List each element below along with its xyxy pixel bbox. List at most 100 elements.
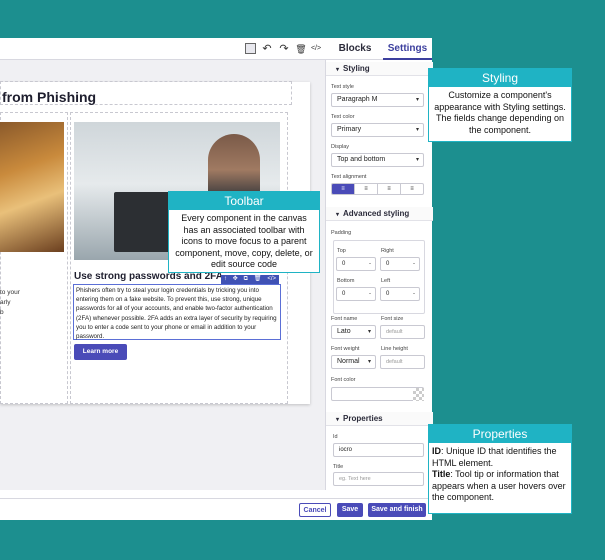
- square-outline-icon[interactable]: [245, 43, 256, 54]
- unit-dash: -: [369, 261, 371, 267]
- styling-callout-body: Customize a component's appearance with …: [434, 90, 566, 135]
- tab-settings[interactable]: Settings: [383, 38, 432, 60]
- font-weight-label: Font weight: [331, 346, 360, 352]
- unit-dash: -: [413, 261, 415, 267]
- styling-callout-title: Styling: [429, 69, 571, 87]
- display-value: Top and bottom: [337, 156, 386, 163]
- select-parent-icon[interactable]: ↑: [224, 275, 227, 284]
- font-name-label: Font name: [331, 316, 358, 322]
- chevron-down-icon: ▾: [415, 127, 419, 133]
- text-alignment-label: Text alignment: [331, 174, 367, 180]
- line-height-label: Line height: [381, 346, 408, 352]
- properties-callout-body: ID: Unique ID that identifies the HTML e…: [429, 443, 571, 507]
- move-icon[interactable]: ✥: [233, 275, 238, 284]
- editor-window: ↶ ↷ 🗑 </> Blocks Settings from Phishing …: [0, 38, 433, 520]
- styling-section-title: Styling: [343, 64, 370, 73]
- id-input[interactable]: iocro: [333, 443, 424, 457]
- delete-icon[interactable]: 🗑: [254, 275, 262, 284]
- right-label: Right: [381, 248, 394, 254]
- padding-bottom-input[interactable]: 0-: [336, 287, 376, 301]
- id-term: ID: [432, 446, 441, 456]
- padding-left-input[interactable]: 0-: [380, 287, 420, 301]
- padding-box: [333, 240, 425, 314]
- chevron-down-icon: ▾: [336, 417, 340, 423]
- title-input[interactable]: eg. Text here: [333, 472, 424, 486]
- font-name-value: Lato: [337, 328, 351, 335]
- font-color-label: Font color: [331, 377, 356, 383]
- display-select[interactable]: Top and bottom ▾: [331, 153, 424, 167]
- font-size-input[interactable]: default: [380, 325, 425, 339]
- copy-icon[interactable]: ⧉: [244, 275, 248, 284]
- align-center-icon[interactable]: ≡: [355, 184, 378, 194]
- text-style-select[interactable]: Paragraph M ▾: [331, 93, 424, 107]
- text-alignment-group: ≡ ≡ ≡ ≡: [331, 183, 424, 195]
- learn-more-button[interactable]: Learn more: [74, 344, 127, 360]
- text-color-label: Text color: [331, 114, 355, 120]
- font-weight-select[interactable]: Normal ▾: [331, 355, 376, 369]
- chevron-down-icon: ▾: [415, 97, 419, 103]
- text-color-value: Primary: [337, 126, 362, 133]
- left-card-image[interactable]: [0, 122, 64, 252]
- tab-blocks[interactable]: Blocks: [332, 38, 378, 60]
- align-right-icon[interactable]: ≡: [378, 184, 401, 194]
- unit-dash: -: [413, 291, 415, 297]
- advanced-section-header[interactable]: ▾ Advanced styling: [326, 207, 433, 221]
- toolbar-callout-title: Toolbar: [169, 192, 319, 210]
- padding-label: Padding: [331, 230, 352, 236]
- text-color-select[interactable]: Primary ▾: [331, 123, 424, 137]
- title-label: Title: [333, 464, 344, 470]
- padding-top-value: 0: [342, 261, 346, 267]
- color-swatch[interactable]: [413, 388, 424, 401]
- properties-section-title: Properties: [343, 414, 383, 423]
- id-label: Id: [333, 434, 338, 440]
- toolbar-callout-body: Every component in the canvas has an ass…: [175, 213, 313, 269]
- font-weight-value: Normal: [337, 358, 360, 365]
- component-toolbar: ↑ ✥ ⧉ 🗑 </>: [221, 275, 279, 284]
- styling-section-header[interactable]: ▾ Styling: [326, 62, 433, 76]
- padding-right-value: 0: [386, 261, 390, 267]
- align-left-icon[interactable]: ≡: [332, 184, 355, 194]
- font-color-input[interactable]: [331, 387, 424, 401]
- display-label: Display: [331, 144, 350, 150]
- top-toolbar: ↶ ↷ 🗑 </> Blocks Settings: [0, 38, 432, 60]
- text-style-label: Text style: [331, 84, 354, 90]
- properties-callout-title: Properties: [429, 425, 571, 443]
- font-name-select[interactable]: Lato ▾: [331, 325, 376, 339]
- chevron-down-icon: ▾: [336, 212, 340, 218]
- bottom-label: Bottom: [337, 278, 355, 284]
- chevron-down-icon: ▾: [336, 67, 340, 73]
- left-card-text[interactable]: to your arly b: [0, 288, 64, 318]
- trash-icon[interactable]: 🗑: [294, 42, 308, 56]
- redo-icon[interactable]: ↷: [277, 42, 291, 56]
- properties-callout: Properties ID: Unique ID that identifies…: [428, 424, 572, 514]
- cancel-button[interactable]: Cancel: [299, 503, 331, 517]
- toolbar-callout: Toolbar Every component in the canvas ha…: [168, 191, 320, 273]
- padding-right-input[interactable]: 0-: [380, 257, 420, 271]
- properties-section-header[interactable]: ▾ Properties: [326, 412, 433, 426]
- save-and-finish-button[interactable]: Save and finish: [368, 503, 426, 517]
- title-desc: : Tool tip or information that appears w…: [432, 469, 566, 502]
- id-desc: : Unique ID that identifies the HTML ele…: [432, 446, 557, 468]
- unit-dash: -: [369, 291, 371, 297]
- chevron-down-icon: ▾: [367, 359, 371, 365]
- top-label: Top: [337, 248, 346, 254]
- chevron-down-icon: ▾: [367, 329, 371, 335]
- left-label: Left: [381, 278, 391, 284]
- line-height-input[interactable]: default: [380, 355, 425, 369]
- advanced-section-title: Advanced styling: [343, 209, 410, 218]
- padding-left-value: 0: [386, 291, 390, 297]
- page-title[interactable]: from Phishing: [2, 89, 96, 105]
- title-term: Title: [432, 469, 451, 479]
- align-justify-icon[interactable]: ≡: [401, 184, 423, 194]
- save-button[interactable]: Save: [337, 503, 363, 517]
- code-icon[interactable]: </>: [267, 275, 276, 284]
- code-icon[interactable]: </>: [309, 42, 323, 56]
- styling-callout: Styling Customize a component's appearan…: [428, 68, 572, 142]
- font-size-label: Font size: [381, 316, 404, 322]
- undo-icon[interactable]: ↶: [260, 42, 274, 56]
- padding-top-input[interactable]: 0-: [336, 257, 376, 271]
- padding-bottom-value: 0: [342, 291, 346, 297]
- chevron-down-icon: ▾: [415, 157, 419, 163]
- card-body-text[interactable]: Phishers often try to steal your login c…: [73, 284, 281, 340]
- text-style-value: Paragraph M: [337, 96, 378, 103]
